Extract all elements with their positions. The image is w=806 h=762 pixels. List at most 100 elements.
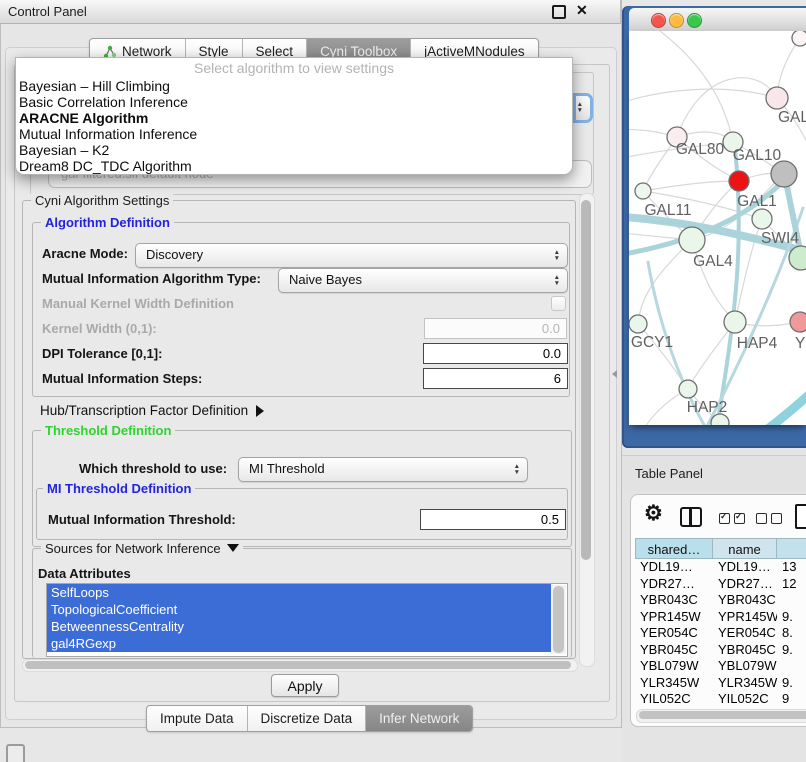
- tab-infer-network[interactable]: Infer Network: [365, 706, 472, 731]
- algorithm-option[interactable]: Dream8 DC_TDC Algorithm: [16, 158, 572, 174]
- list-scrollbar[interactable]: [551, 585, 566, 654]
- table-cell[interactable]: 12: [777, 576, 806, 593]
- hub-definition-toggle[interactable]: Hub/Transcription Factor Definition: [40, 403, 264, 418]
- table-cell[interactable]: YBR043C: [635, 592, 713, 609]
- table-cell[interactable]: YER054C: [713, 625, 777, 642]
- table-cell[interactable]: YBR043C: [713, 592, 777, 609]
- close-icon[interactable]: ✕: [576, 2, 588, 19]
- network-node-hap4[interactable]: [724, 311, 746, 333]
- network-node-gal[interactable]: [766, 87, 788, 109]
- table-cell[interactable]: YLR345W: [713, 675, 777, 692]
- column-header[interactable]: name: [713, 538, 777, 559]
- network-edge[interactable]: [629, 89, 777, 106]
- list-item[interactable]: BetweennessCentrality: [47, 618, 551, 635]
- table-cell[interactable]: 8.: [777, 625, 806, 642]
- close-traffic-light[interactable]: [651, 13, 666, 28]
- table-cell[interactable]: YIL052C: [635, 691, 713, 708]
- table-row[interactable]: YBR043CYBR043C: [635, 592, 806, 609]
- algorithm-option[interactable]: Mutual Information Inference: [16, 126, 572, 142]
- table-cell[interactable]: YDR27…: [713, 576, 777, 593]
- document-icon[interactable]: [795, 504, 806, 529]
- table-cell[interactable]: YER054C: [635, 625, 713, 642]
- list-item[interactable]: TopologicalCoefficient: [47, 601, 551, 618]
- scrollbar-thumb[interactable]: [25, 661, 571, 669]
- checked-boxes-icon[interactable]: [719, 513, 745, 524]
- network-node-gal1[interactable]: [729, 171, 749, 191]
- apply-button[interactable]: Apply: [271, 674, 339, 697]
- table-cell[interactable]: [777, 658, 806, 675]
- tab-discretize-data[interactable]: Discretize Data: [247, 706, 366, 731]
- table-cell[interactable]: YLR345W: [635, 675, 713, 692]
- scrollbar-thumb[interactable]: [639, 711, 806, 719]
- tab-impute-data[interactable]: Impute Data: [147, 706, 247, 731]
- table-row[interactable]: YDL19…YDL19…13: [635, 559, 806, 576]
- network-node-gal11[interactable]: [635, 183, 651, 199]
- network-node-swi4[interactable]: [752, 209, 772, 229]
- network-edge[interactable]: [660, 31, 733, 142]
- float-window-icon[interactable]: [552, 5, 566, 19]
- minimized-panel-icon[interactable]: [6, 744, 25, 762]
- mi-threshold-field[interactable]: 0.5: [420, 509, 566, 530]
- table-row[interactable]: YIL052CYIL052C9: [635, 691, 806, 708]
- sources-toggle[interactable]: Sources for Network Inference: [41, 541, 243, 556]
- data-attributes-list[interactable]: SelfLoops TopologicalCoefficient Between…: [46, 583, 568, 657]
- settings-vertical-scrollbar[interactable]: [579, 193, 595, 667]
- dpi-tolerance-field[interactable]: 0.0: [423, 343, 568, 364]
- table-row[interactable]: YLR345WYLR345W9.: [635, 675, 806, 692]
- algorithm-option[interactable]: Bayesian – Hill Climbing: [16, 78, 572, 94]
- table-row[interactable]: YER054CYER054C8.: [635, 625, 806, 642]
- network-node[interactable]: [792, 31, 806, 46]
- list-item[interactable]: SelfLoops: [47, 584, 551, 601]
- table-horizontal-scrollbar[interactable]: [636, 709, 806, 723]
- unchecked-boxes-icon[interactable]: [756, 513, 782, 524]
- network-edge[interactable]: [638, 240, 692, 324]
- aracne-mode-combo[interactable]: Discovery ▲▼: [135, 243, 568, 268]
- network-node[interactable]: [789, 246, 806, 270]
- algorithm-option[interactable]: Bayesian – K2: [16, 142, 572, 158]
- split-columns-icon[interactable]: [680, 507, 702, 527]
- scrollbar-thumb[interactable]: [581, 200, 591, 560]
- list-item[interactable]: gal4RGexp: [47, 635, 551, 652]
- column-header[interactable]: shared…: [635, 538, 713, 559]
- manual-kernel-checkbox[interactable]: [551, 296, 566, 311]
- gear-icon[interactable]: ⚙: [644, 503, 663, 524]
- table-row[interactable]: YPR145WYPR145W9.: [635, 609, 806, 626]
- network-graph[interactable]: GALGAL80GAL10GAL1GAL11SWI4GAL4GCY1HAP4YH…: [629, 31, 806, 425]
- table-row[interactable]: YBR045CYBR045C9.: [635, 642, 806, 659]
- scrollbar-thumb[interactable]: [553, 586, 564, 653]
- network-node-hap2[interactable]: [679, 380, 697, 398]
- column-header[interactable]: [777, 538, 806, 559]
- network-node-gcy1[interactable]: [629, 315, 647, 333]
- network-node-gal4[interactable]: [679, 227, 705, 253]
- table-cell[interactable]: YDL19…: [713, 559, 777, 576]
- table-cell[interactable]: 9: [777, 691, 806, 708]
- table-cell[interactable]: YPR145W: [635, 609, 713, 626]
- network-canvas[interactable]: GALGAL80GAL10GAL1GAL11SWI4GAL4GCY1HAP4YH…: [629, 31, 806, 425]
- table-cell[interactable]: 9.: [777, 609, 806, 626]
- zoom-traffic-light[interactable]: [687, 13, 702, 28]
- network-edge[interactable]: [677, 78, 777, 137]
- mi-steps-field[interactable]: 6: [423, 368, 568, 389]
- network-edge[interactable]: [756, 392, 806, 425]
- splitter-collapse-arrow[interactable]: [612, 370, 617, 378]
- table-row[interactable]: YDR27…YDR27…12: [635, 576, 806, 593]
- algorithm-option[interactable]: Basic Correlation Inference: [16, 94, 572, 110]
- table-cell[interactable]: [777, 592, 806, 609]
- table-cell[interactable]: 9.: [777, 642, 806, 659]
- network-node-y[interactable]: [790, 312, 806, 332]
- algorithm-option-selected[interactable]: ARACNE Algorithm: [16, 110, 572, 126]
- table-cell[interactable]: YDR27…: [635, 576, 713, 593]
- algorithm-combo-arrows[interactable]: ▲▼: [573, 93, 593, 123]
- table-cell[interactable]: YIL052C: [713, 691, 777, 708]
- table-cell[interactable]: YBR045C: [713, 642, 777, 659]
- table-cell[interactable]: YBL079W: [635, 658, 713, 675]
- table-cell[interactable]: YDL19…: [635, 559, 713, 576]
- table-row[interactable]: YBL079WYBL079W: [635, 658, 806, 675]
- which-threshold-combo[interactable]: MI Threshold ▲▼: [238, 457, 528, 482]
- table-cell[interactable]: YBR045C: [635, 642, 713, 659]
- network-node[interactable]: [771, 161, 797, 187]
- table-cell[interactable]: 13: [777, 559, 806, 576]
- mi-type-combo[interactable]: Naive Bayes ▲▼: [278, 268, 568, 293]
- minimize-traffic-light[interactable]: [669, 13, 684, 28]
- table-cell[interactable]: YPR145W: [713, 609, 777, 626]
